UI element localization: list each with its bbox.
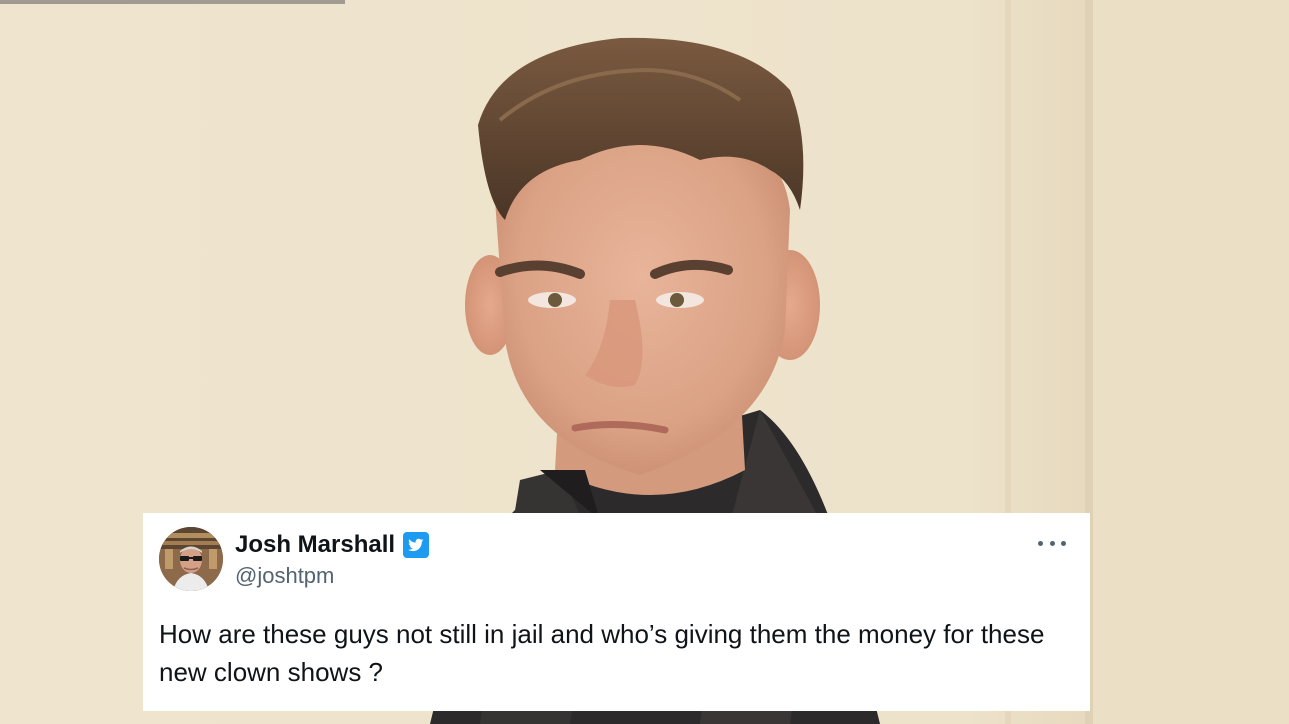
more-horizontal-icon[interactable] — [1038, 535, 1066, 551]
screenshot-stage: Josh Marshall @joshtpm How are these guy… — [0, 0, 1289, 724]
author-handle[interactable]: @joshtpm — [235, 563, 334, 589]
profile-photo-icon — [159, 527, 223, 591]
tweet-card[interactable]: Josh Marshall @joshtpm How are these guy… — [143, 513, 1090, 711]
author-name[interactable]: Josh Marshall — [235, 531, 395, 559]
more-dot — [1038, 540, 1043, 546]
more-dot — [1061, 540, 1066, 546]
author-row: Josh Marshall — [235, 531, 430, 559]
more-dot — [1049, 540, 1055, 546]
verified-badge-icon — [402, 531, 430, 559]
tweet-text: How are these guys not still in jail and… — [159, 619, 1045, 687]
avatar[interactable] — [159, 527, 223, 591]
